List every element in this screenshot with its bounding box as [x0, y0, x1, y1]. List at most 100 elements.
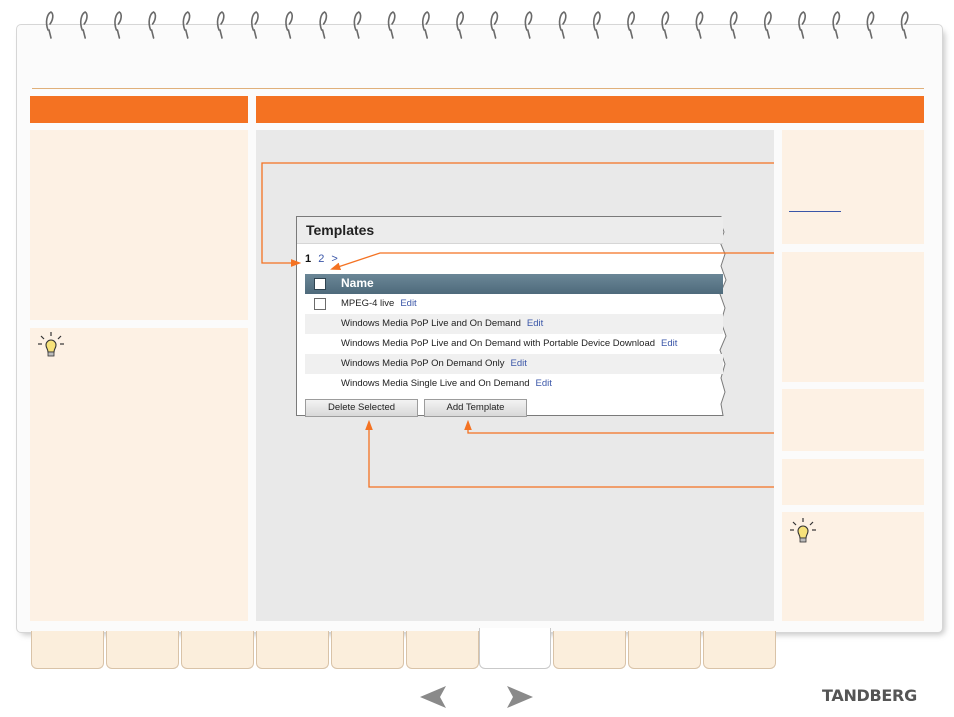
spiral-ring — [695, 11, 704, 31]
tandberg-logo: TANDBERG — [822, 686, 917, 705]
spiral-ring-tail — [185, 29, 189, 39]
spiral-ring-tail — [492, 29, 497, 39]
next-page-arrow-icon[interactable] — [505, 684, 535, 710]
spiral-binding — [45, 11, 909, 39]
name-column-header: Name — [341, 276, 374, 290]
spiral-ring — [387, 11, 396, 31]
spiral-ring — [148, 11, 157, 31]
spiral-ring-tail — [629, 29, 634, 39]
lightbulb-icon — [38, 332, 64, 357]
main-header-bar — [256, 96, 924, 123]
spiral-ring-tail — [595, 29, 600, 39]
spiral-ring-tail — [663, 29, 668, 39]
spiral-ring — [114, 11, 122, 31]
edit-link[interactable]: Edit — [527, 318, 543, 329]
spiral-ring — [353, 11, 362, 31]
right-panel-4 — [782, 459, 924, 505]
header-rule — [32, 88, 924, 89]
nav-tab-9[interactable] — [628, 631, 701, 669]
spiral-ring — [592, 11, 601, 31]
spiral-ring — [866, 11, 875, 31]
spiral-ring-tail — [800, 29, 805, 39]
templates-table: Name MPEG-4 live Edit Windows Media PoP L… — [305, 274, 723, 394]
right-panel-1 — [782, 130, 924, 244]
edit-link[interactable]: Edit — [536, 378, 552, 389]
template-name: Windows Media Single Live and On Demand — [341, 378, 530, 389]
spiral-ring — [45, 11, 54, 31]
table-row: MPEG-4 live Edit — [305, 294, 723, 314]
lightbulb-icon — [790, 518, 816, 543]
pager: 1 2 > — [305, 253, 342, 265]
spiral-ring-tail — [766, 29, 771, 39]
spiral-ring — [319, 11, 328, 31]
spiral-ring-tail — [903, 29, 907, 39]
nav-tab-7-active[interactable] — [479, 628, 551, 669]
templates-title: Templates — [306, 222, 375, 238]
spiral-ring-tail — [116, 29, 121, 39]
spiral-ring — [763, 11, 772, 31]
table-row: Windows Media PoP Live and On Demand Edit — [305, 314, 723, 334]
templates-screenshot: Templates 1 2 > Name MPEG-4 live Edit Win… — [296, 216, 728, 417]
right-panel-link[interactable] — [789, 211, 841, 212]
edit-link[interactable]: Edit — [511, 358, 527, 369]
spiral-ring — [524, 11, 533, 31]
edit-link[interactable]: Edit — [661, 338, 677, 349]
nav-tab-8[interactable] — [553, 631, 626, 669]
spiral-ring-tail — [424, 29, 429, 39]
left-tip-panel — [30, 328, 248, 621]
left-header-bar — [30, 96, 248, 123]
spiral-ring-tail — [732, 29, 736, 39]
spiral-ring — [627, 11, 635, 31]
spiral-ring-tail — [526, 29, 531, 39]
spiral-ring — [661, 11, 670, 31]
spiral-ring-tail — [458, 29, 463, 39]
edit-link[interactable]: Edit — [400, 298, 416, 309]
template-name: MPEG-4 live — [341, 298, 395, 309]
add-template-button[interactable]: Add Template — [424, 399, 527, 417]
nav-tab-6[interactable] — [406, 631, 479, 669]
table-row: Windows Media PoP On Demand Only Edit — [305, 354, 723, 374]
right-panel-2 — [782, 252, 924, 382]
template-name: Windows Media PoP Live and On Demand wit… — [341, 338, 656, 349]
spiral-ring — [558, 11, 567, 31]
spiral-ring-tail — [82, 29, 86, 39]
spiral-ring — [79, 11, 88, 31]
spiral-ring-tail — [561, 29, 565, 39]
spiral-ring-tail — [697, 29, 702, 39]
row-checkbox[interactable] — [314, 298, 326, 310]
spiral-ring-tail — [868, 29, 873, 39]
spiral-ring — [421, 11, 430, 31]
template-name: Windows Media PoP On Demand Only — [341, 358, 505, 369]
template-name: Windows Media PoP Live and On Demand — [341, 318, 521, 329]
spiral-ring — [285, 11, 293, 31]
spiral-ring-tail — [321, 29, 326, 39]
pager-page-2[interactable]: 2 — [318, 253, 324, 265]
right-panel-3 — [782, 389, 924, 451]
spiral-ring-tail — [150, 29, 155, 39]
table-header: Name — [305, 274, 723, 294]
nav-tab-2[interactable] — [106, 631, 179, 669]
nav-tab-1[interactable] — [31, 631, 104, 669]
nav-tab-5[interactable] — [331, 631, 404, 669]
spiral-ring — [729, 11, 738, 31]
delete-selected-button[interactable]: Delete Selected — [305, 399, 418, 417]
spiral-ring — [900, 11, 909, 31]
nav-tab-4[interactable] — [256, 631, 329, 669]
spiral-ring-tail — [355, 29, 360, 39]
spiral-ring — [182, 11, 191, 31]
spiral-ring — [250, 11, 259, 31]
previous-page-arrow-icon[interactable] — [418, 684, 448, 710]
spiral-ring — [798, 11, 806, 31]
pager-next-arrow[interactable]: > — [331, 253, 337, 265]
left-info-panel — [30, 130, 248, 320]
table-row: Windows Media PoP Live and On Demand wit… — [305, 334, 723, 354]
spiral-ring — [216, 11, 225, 31]
spiral-ring-tail — [219, 29, 223, 39]
nav-tab-3[interactable] — [181, 631, 254, 669]
spiral-ring-tail — [834, 29, 839, 39]
pager-current: 1 — [305, 253, 312, 265]
spiral-ring-tail — [48, 29, 52, 39]
select-all-checkbox[interactable] — [314, 278, 326, 290]
nav-tab-10[interactable] — [703, 631, 776, 669]
spiral-ring — [456, 11, 464, 31]
